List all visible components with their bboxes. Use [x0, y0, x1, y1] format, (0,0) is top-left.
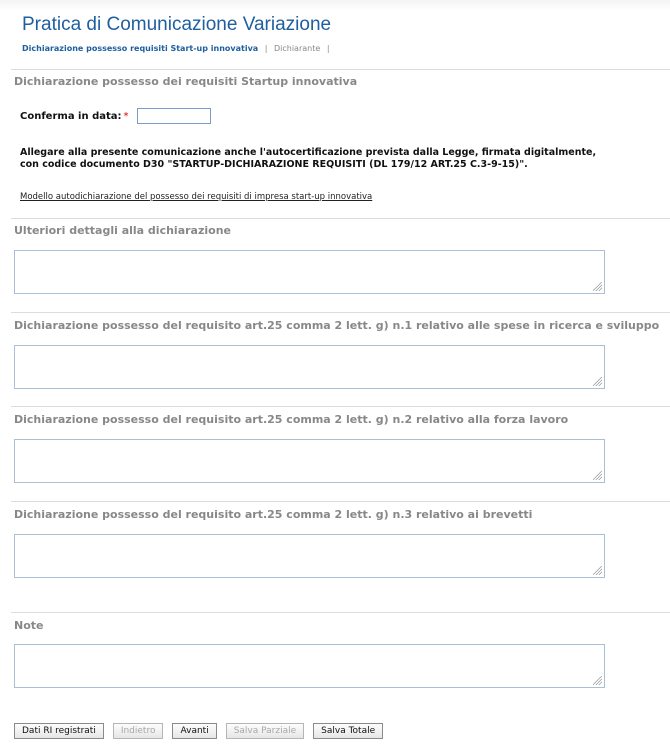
divider [11, 406, 670, 407]
breadcrumb-item-requisiti[interactable]: Dichiarazione possesso requisiti Start-u… [22, 44, 258, 53]
divider [11, 69, 670, 70]
divider [11, 501, 670, 502]
divider [11, 612, 670, 613]
page-title: Pratica di Comunicazione Variazione [22, 14, 332, 35]
section-title-requisito-n1: Dichiarazione possesso del requisito art… [14, 319, 660, 332]
breadcrumb-separator: | [264, 44, 268, 53]
model-autodichiarazione-link[interactable]: Modello autodichiarazione del possesso d… [20, 192, 372, 202]
confirm-date-label: Conferma in data: [20, 110, 122, 122]
salva-totale-button[interactable]: Salva Totale [313, 723, 384, 739]
section-title-requisito-n3: Dichiarazione possesso del requisito art… [14, 508, 533, 521]
requisito-n1-textarea[interactable] [14, 345, 605, 389]
section-title-requisiti: Dichiarazione possesso dei requisiti Sta… [14, 75, 358, 88]
indietro-button[interactable]: Indietro [112, 723, 164, 739]
form-panel: Pratica di Comunicazione Variazione Dich… [0, 0, 670, 749]
avanti-button[interactable]: Avanti [172, 723, 217, 739]
resize-grip-icon[interactable] [593, 471, 602, 480]
required-marker: * [123, 110, 129, 122]
resize-grip-icon[interactable] [593, 676, 602, 685]
section-title-note: Note [14, 619, 44, 632]
confirm-date-input[interactable] [136, 108, 211, 124]
resize-grip-icon[interactable] [593, 377, 602, 386]
section-title-ulteriori-dettagli: Ulteriori dettagli alla dichiarazione [14, 224, 231, 237]
breadcrumb: Dichiarazione possesso requisiti Start-u… [22, 44, 334, 53]
breadcrumb-item-dichiarante[interactable]: Dichiarante [274, 44, 320, 53]
instructions-line-2: con codice documento D30 "STARTUP-DICHIA… [20, 159, 528, 170]
confirm-date-row: Conferma in data: * [20, 108, 211, 124]
salva-parziale-button[interactable]: Salva Parziale [225, 723, 305, 739]
dati-ri-registrati-button[interactable]: Dati RI registrati [14, 723, 104, 739]
note-textarea[interactable] [14, 644, 605, 688]
resize-grip-icon[interactable] [593, 566, 602, 575]
divider [11, 312, 670, 313]
requisito-n2-textarea[interactable] [14, 439, 605, 483]
requisito-n3-textarea[interactable] [14, 534, 605, 578]
ulteriori-dettagli-textarea[interactable] [14, 250, 605, 294]
attachment-instructions: Allegare alla presente comunicazione anc… [20, 147, 660, 171]
resize-grip-icon[interactable] [593, 282, 602, 291]
instructions-line-1: Allegare alla presente comunicazione anc… [20, 147, 597, 158]
section-title-requisito-n2: Dichiarazione possesso del requisito art… [14, 413, 569, 426]
breadcrumb-separator: | [326, 44, 330, 53]
divider [11, 218, 670, 219]
action-button-bar: Dati RI registrati Indietro Avanti Salva… [14, 723, 384, 739]
